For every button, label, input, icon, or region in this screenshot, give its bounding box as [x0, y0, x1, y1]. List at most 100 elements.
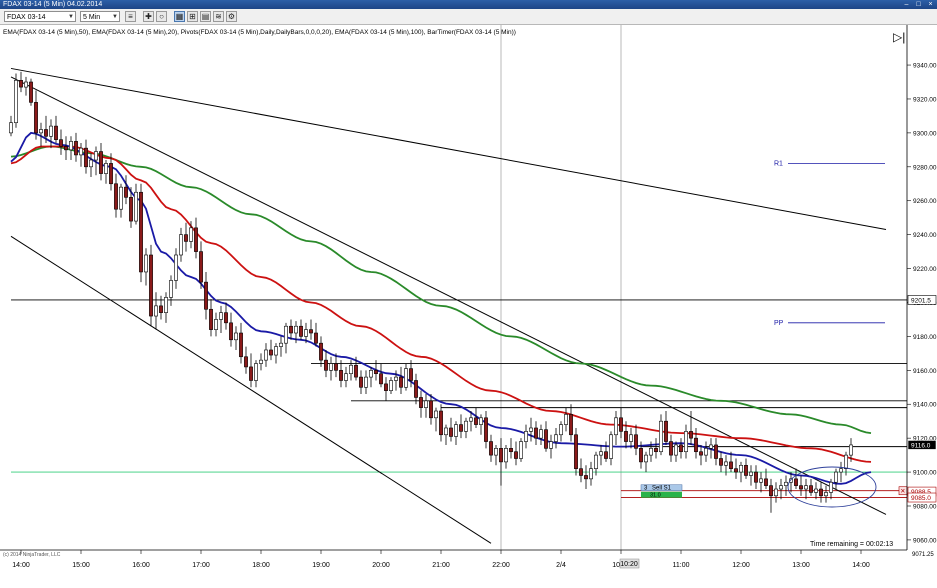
candle — [14, 73, 18, 128]
candle — [29, 78, 33, 106]
interval-select[interactable]: 5 Min ▼ — [80, 11, 120, 22]
candle-body — [294, 325, 298, 334]
candle-body — [144, 254, 148, 273]
order-stop-label: 31.0 — [650, 493, 661, 499]
candle-body — [679, 444, 683, 453]
candle-body — [399, 376, 403, 388]
candle-body — [219, 312, 223, 320]
candle-body — [664, 420, 668, 442]
time-tick-label: 2/4 — [556, 562, 566, 569]
candle — [139, 183, 143, 283]
scroll-end-icon[interactable]: ▷| — [893, 30, 905, 44]
crosshair-icon[interactable]: ✚ — [143, 11, 154, 22]
candle-body — [604, 451, 608, 459]
candle-body — [814, 488, 818, 493]
candle-body — [524, 431, 528, 442]
candle — [574, 427, 578, 476]
candle-body — [169, 280, 173, 298]
price-tick-label: 9060.00 — [913, 537, 937, 544]
candle-body — [54, 125, 58, 140]
bar-type-button[interactable]: ≡ — [125, 11, 136, 22]
minimize-icon[interactable]: – — [902, 1, 911, 8]
candle-body — [389, 380, 393, 391]
candle-body — [184, 234, 188, 242]
candle-body — [704, 448, 708, 456]
candle-body — [759, 478, 763, 483]
candle-body — [724, 461, 728, 466]
maximize-icon[interactable]: □ — [914, 1, 923, 8]
candle-body — [569, 414, 573, 436]
candle-body — [489, 441, 493, 456]
candle-body — [624, 431, 628, 442]
candle-body — [79, 147, 83, 156]
candle-body — [434, 410, 438, 419]
close-icon[interactable]: × — [926, 1, 935, 8]
candle-body — [189, 227, 193, 242]
data-box-button[interactable]: ▤ — [200, 11, 211, 22]
candle-body — [699, 451, 703, 456]
time-tick-label: 19:00 — [312, 562, 330, 569]
candle-body — [669, 441, 673, 456]
time-tick-label: 15:00 — [72, 562, 90, 569]
properties-button[interactable]: ⊞ — [187, 11, 198, 22]
candle-body — [264, 349, 268, 361]
candle-body — [819, 488, 823, 497]
candle-body — [354, 364, 358, 378]
candle-body — [154, 305, 158, 317]
candle-body — [49, 125, 53, 137]
time-tick-label: 14:00 — [12, 562, 30, 569]
candle-body — [304, 329, 308, 337]
chart-trader-button[interactable]: ▦ — [174, 11, 185, 22]
price-tick-label: 9160.00 — [913, 368, 937, 375]
candle-body — [494, 448, 498, 456]
candle-body — [289, 325, 293, 334]
time-tick-label: 21:00 — [432, 562, 450, 569]
candle-body — [384, 383, 388, 391]
price-tick-label: 9180.00 — [913, 334, 937, 341]
instrument-select[interactable]: FDAX 03-14 ▼ — [4, 11, 76, 22]
candle-body — [364, 376, 368, 388]
price-tick-label: 9080.00 — [913, 503, 937, 510]
candle-body — [214, 319, 218, 330]
candle-body — [784, 481, 788, 486]
candle-body — [694, 437, 698, 453]
candle-body — [64, 146, 68, 151]
candle-body — [359, 376, 363, 388]
time-tick-label: 12:00 — [732, 562, 750, 569]
candle-body — [24, 81, 28, 88]
candle-body — [174, 254, 178, 281]
candle-body — [474, 417, 478, 425]
indicators-button[interactable]: ≋ — [213, 11, 224, 22]
price-tick-label: 9260.00 — [913, 198, 937, 205]
footer-label: (c) 2014 NinjaTrader, LLC — [3, 552, 61, 558]
order-side: Sell S1 — [652, 486, 672, 492]
candle-body — [19, 80, 23, 88]
candle-body — [199, 251, 203, 283]
candle-body — [244, 356, 248, 368]
candle — [519, 438, 523, 462]
candle-body — [519, 441, 523, 459]
candle-body — [684, 431, 688, 453]
price-chart[interactable]: EMA(FDAX 03-14 (5 Min),50), EMA(FDAX 03-… — [0, 25, 937, 588]
strategies-button[interactable]: ⚙ — [226, 11, 237, 22]
candle-body — [749, 471, 753, 476]
candle-body — [149, 254, 153, 317]
price-tick-label: 9240.00 — [913, 232, 937, 239]
price-tick-label: 9340.00 — [913, 63, 937, 70]
price-marker-label: 9085.0 — [911, 495, 931, 502]
candle-body — [584, 475, 588, 480]
candle-body — [129, 197, 133, 222]
candle-body — [259, 359, 263, 364]
candle-body — [279, 342, 283, 347]
time-tick-label: 20:00 — [372, 562, 390, 569]
candle-body — [544, 429, 548, 449]
zoom-icon[interactable]: ○ — [156, 11, 167, 22]
price-marker-label: 9201.5 — [911, 297, 931, 304]
candle-body — [329, 363, 333, 371]
candle-body — [84, 147, 88, 168]
chart-background — [0, 25, 937, 588]
candle-body — [334, 363, 338, 371]
chevron-down-icon: ▼ — [68, 14, 74, 20]
candle-body — [39, 129, 43, 134]
candle-body — [559, 424, 563, 436]
